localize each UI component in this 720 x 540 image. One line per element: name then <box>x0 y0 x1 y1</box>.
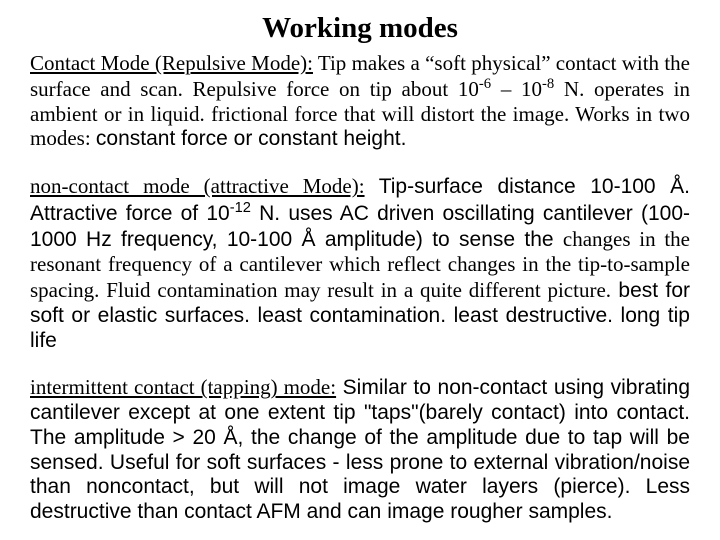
contact-mode-heading: Contact Mode (Repulsive Mode): <box>30 51 313 75</box>
tapping-mode-heading: intermittent contact (tapping) mode: <box>30 375 336 399</box>
paragraph-tapping-mode: intermittent contact (tapping) mode: Sim… <box>30 375 690 525</box>
paragraph-contact-mode: Contact Mode (Repulsive Mode): Tip makes… <box>30 51 690 152</box>
slide: Working modes Contact Mode (Repulsive Mo… <box>0 0 720 540</box>
text: – 10 <box>491 77 542 101</box>
paragraph-noncontact-mode: non-contact mode (attractive Mode): Tip-… <box>30 174 690 353</box>
exponent: -12 <box>230 200 251 216</box>
page-title: Working modes <box>30 12 690 45</box>
exponent: -8 <box>542 76 554 92</box>
noncontact-mode-heading: non-contact mode (attractive Mode): <box>30 174 365 198</box>
text: constant force or constant height. <box>96 127 407 150</box>
exponent: -6 <box>479 76 491 92</box>
